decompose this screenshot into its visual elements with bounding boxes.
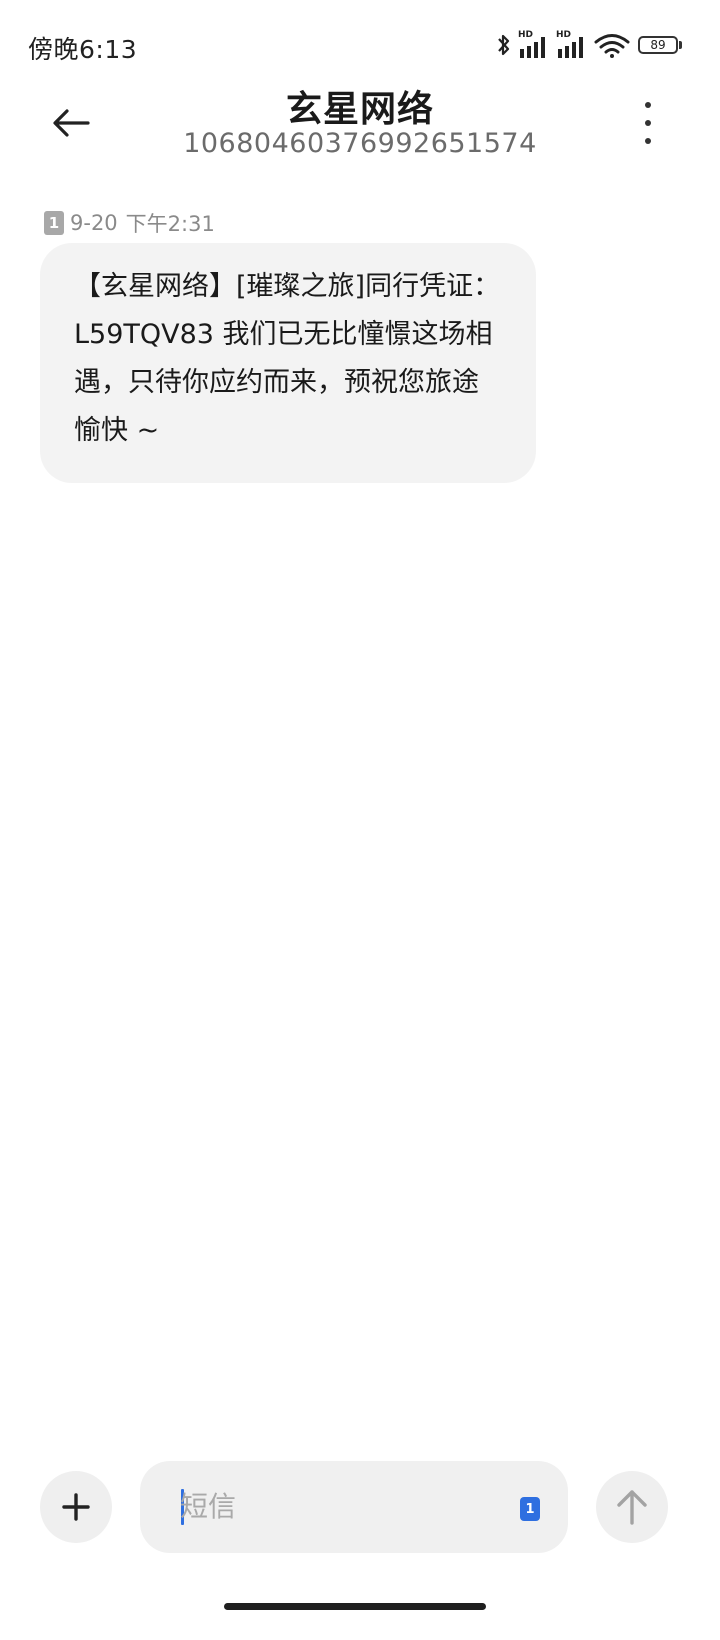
contact-number: 10680460376992651574 — [183, 128, 537, 159]
message-meta: 1 9-20 下午2:31 — [44, 210, 215, 236]
sim-badge: 1 — [44, 211, 64, 235]
status-bar: 傍晚6:13 HD HD 89 — [0, 0, 720, 80]
message-input[interactable] — [180, 1461, 480, 1553]
more-vertical-icon — [645, 102, 651, 108]
battery-icon: 89 — [638, 30, 684, 60]
message-bubble[interactable]: 【玄星网络】[璀璨之旅]同行凭证：L59TQV83 我们已无比憧憬这场相遇，只待… — [40, 243, 536, 483]
more-options-button[interactable] — [628, 98, 668, 148]
status-icons: HD HD 89 — [496, 30, 686, 60]
battery-tip — [679, 41, 682, 49]
wifi-icon — [594, 34, 630, 58]
arrow-up-icon — [617, 1490, 647, 1525]
battery-level: 89 — [638, 36, 678, 54]
signal-icon — [558, 37, 583, 58]
plus-icon — [62, 1493, 90, 1521]
home-indicator[interactable] — [224, 1603, 486, 1610]
message-composer: 1 — [140, 1461, 568, 1553]
send-button[interactable] — [596, 1471, 668, 1543]
sim-select-button[interactable]: 1 — [520, 1497, 540, 1521]
contact-name: 玄星网络 — [285, 89, 434, 130]
add-attachment-button[interactable] — [40, 1471, 112, 1543]
more-vertical-icon — [645, 120, 651, 126]
message-date: 9-20 — [70, 211, 118, 235]
bluetooth-icon — [498, 34, 510, 56]
message-time: 下午2:31 — [125, 212, 215, 236]
signal-icon — [520, 37, 545, 58]
status-time: 傍晚6:13 — [28, 35, 138, 64]
conversation-screen: 傍晚6:13 HD HD 89 玄星网络 1068046037699265157… — [0, 0, 720, 1640]
more-vertical-icon — [645, 138, 651, 144]
